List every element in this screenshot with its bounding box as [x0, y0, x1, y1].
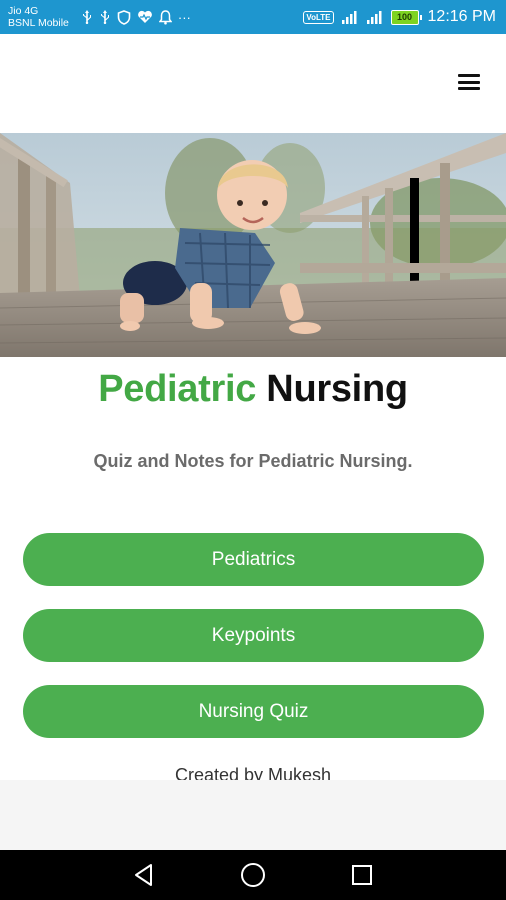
status-left: Jio 4G BSNL Mobile ··· — [8, 5, 191, 29]
menu-icon[interactable] — [458, 74, 480, 90]
usb-icon — [81, 10, 93, 24]
home-icon[interactable] — [233, 855, 273, 895]
status-bar: Jio 4G BSNL Mobile ··· VoLTE 100 12:16 P… — [0, 0, 506, 34]
keypoints-button[interactable]: Keypoints — [23, 609, 484, 662]
subtitle: Quiz and Notes for Pediatric Nursing. — [93, 451, 413, 471]
shield-icon — [117, 9, 131, 25]
credit-container: Created by Mukesh — [0, 760, 506, 780]
back-icon[interactable] — [124, 855, 164, 895]
signal-icon — [341, 10, 359, 24]
status-right: VoLTE 100 12:16 PM — [303, 8, 496, 26]
carrier-2: BSNL Mobile — [8, 17, 69, 29]
carrier-1: Jio 4G — [8, 5, 39, 17]
nav-bar — [0, 850, 506, 900]
hero-image — [0, 133, 506, 357]
nursing-quiz-button[interactable]: Nursing Quiz — [23, 685, 484, 738]
usb-icon — [99, 10, 111, 24]
footer-area — [0, 780, 506, 850]
title-main: Nursing — [256, 368, 408, 410]
volte-badge: VoLTE — [303, 10, 334, 24]
baby-crawling-illustration — [0, 133, 506, 357]
recents-icon[interactable] — [342, 855, 382, 895]
credit-text: Created by Mukesh — [174, 765, 332, 780]
signal-icon — [366, 10, 384, 24]
title-accent: Pediatric — [98, 368, 257, 410]
page-title: Pediatric Nursing — [0, 368, 506, 411]
clock: 12:16 PM — [427, 8, 496, 25]
heart-monitor-icon — [137, 10, 153, 24]
more-icon: ··· — [177, 9, 191, 25]
battery-icon: 100 — [390, 9, 422, 25]
pediatrics-button[interactable]: Pediatrics — [23, 533, 484, 586]
carrier-info: Jio 4G BSNL Mobile — [8, 5, 69, 29]
app-header — [0, 34, 506, 133]
bell-icon — [158, 9, 172, 25]
